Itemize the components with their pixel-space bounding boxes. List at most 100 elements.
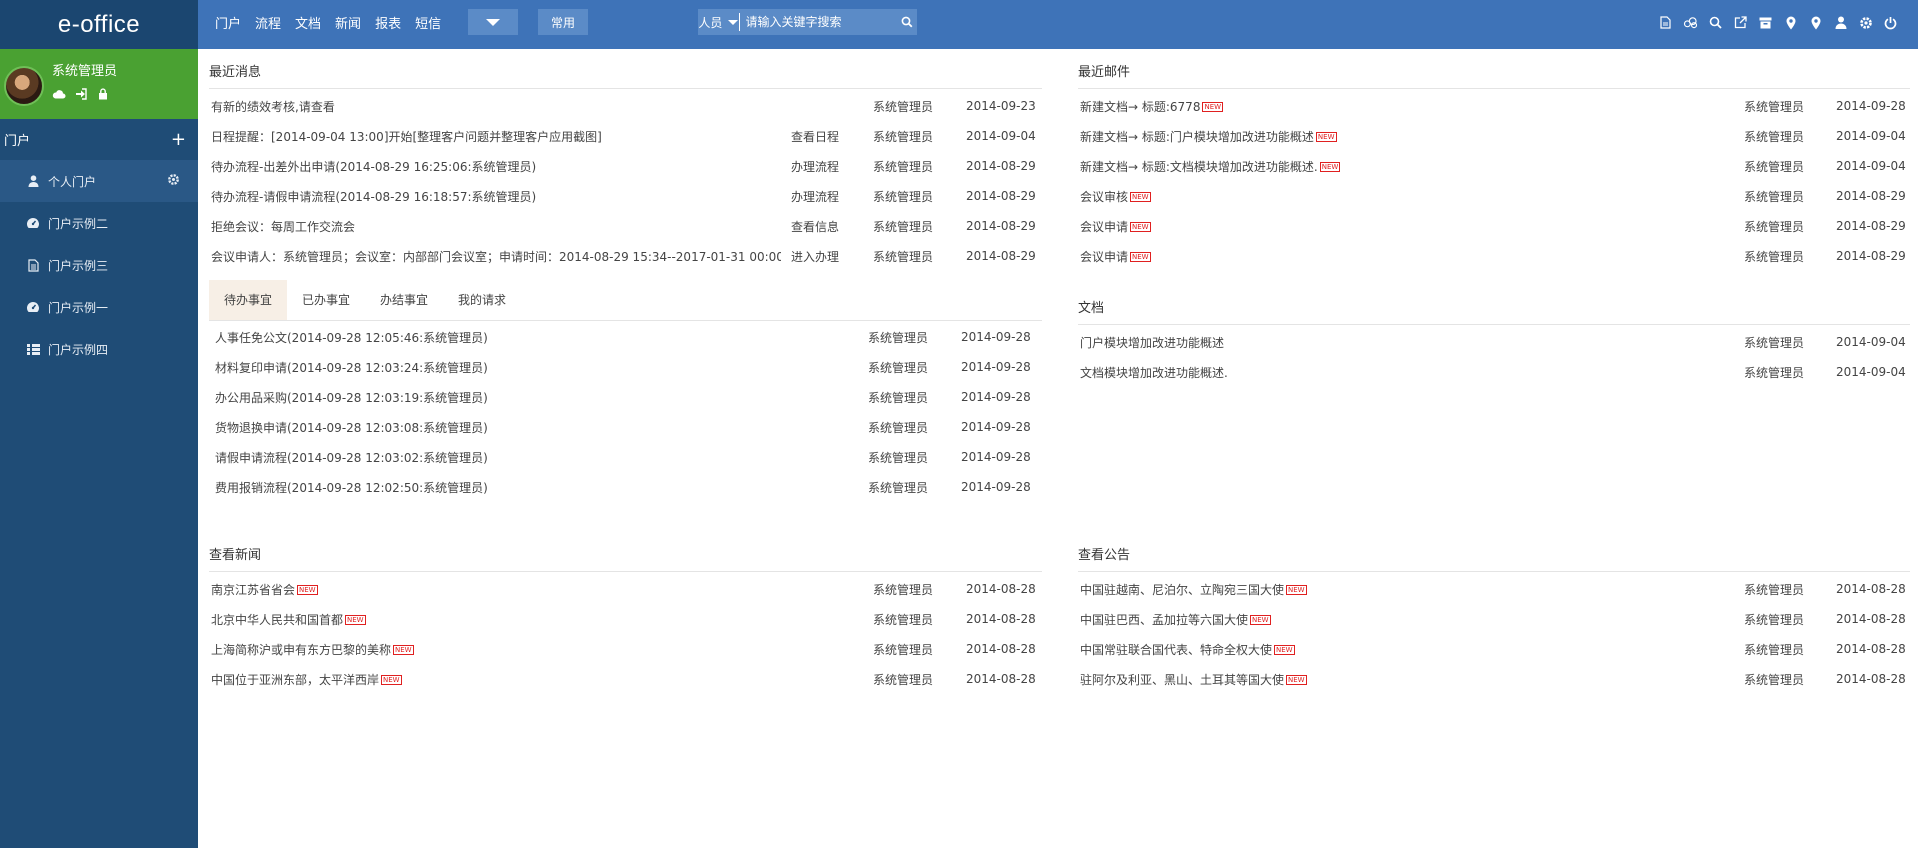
tab-completed[interactable]: 办结事宜 [365, 280, 443, 320]
lock-icon[interactable] [96, 87, 110, 101]
todo-title[interactable]: 货物退换申请(2014-09-28 12:03:08:系统管理员) [215, 419, 488, 436]
common-button[interactable]: 常用 [538, 9, 588, 35]
list-item[interactable]: 日程提醒：[2014-09-04 13:00]开始[整理客户问题并整理客户应用截… [209, 121, 1042, 151]
add-icon[interactable]: + [171, 130, 186, 149]
archive-icon[interactable] [1758, 15, 1773, 30]
sidebar-item-personal-portal[interactable]: 个人门户 [0, 160, 198, 202]
list-item[interactable]: 中国位于亚洲东部，太平洋西岸 NEW 系统管理员 2014-08-28 [209, 664, 1042, 694]
list-item[interactable]: 上海简称沪或申有东方巴黎的美称 NEW 系统管理员 2014-08-28 [209, 634, 1042, 664]
todo-title[interactable]: 请假申请流程(2014-09-28 12:03:02:系统管理员) [215, 449, 488, 466]
mail-title[interactable]: 会议审核 NEW [1080, 188, 1151, 205]
news-title[interactable]: 北京中华人民共和国首都 NEW [211, 611, 366, 628]
search-type-select[interactable]: 人员 [698, 14, 739, 31]
nav-item-documents[interactable]: 文档 [288, 13, 328, 32]
notice-title[interactable]: 驻阿尔及利亚、黑山、土耳其等国大使 NEW [1080, 671, 1307, 688]
list-item[interactable]: 会议申请 NEW 系统管理员 2014-08-29 [1078, 211, 1910, 241]
notice-title[interactable]: 中国常驻联合国代表、特命全权大使 NEW [1080, 641, 1295, 658]
search-icon[interactable] [897, 16, 917, 28]
list-item[interactable]: 文档模块增加改进功能概述. 系统管理员 2014-09-04 [1078, 357, 1910, 387]
nav-item-workflow[interactable]: 流程 [248, 13, 288, 32]
message-action[interactable]: 查看信息 [791, 218, 839, 235]
more-menu-button[interactable] [468, 9, 518, 35]
news-title[interactable]: 上海简称沪或申有东方巴黎的美称 NEW [211, 641, 414, 658]
message-action[interactable]: 查看日程 [791, 128, 839, 145]
list-item[interactable]: 待办流程-出差外出申请(2014-08-29 16:25:06:系统管理员) 办… [209, 151, 1042, 181]
todo-title[interactable]: 材料复印申请(2014-09-28 12:03:24:系统管理员) [215, 359, 488, 376]
sidebar-item-portal-example-2[interactable]: 门户示例二 [0, 202, 198, 244]
cloud-icon[interactable] [52, 87, 66, 101]
todo-title[interactable]: 办公用品采购(2014-09-28 12:03:19:系统管理员) [215, 389, 488, 406]
nav-item-reports[interactable]: 报表 [368, 13, 408, 32]
mail-title[interactable]: 新建文档→ 标题:文档模块增加改进功能概述. NEW [1080, 158, 1341, 175]
message-title[interactable]: 拒绝会议：每周工作交流会 [211, 218, 355, 235]
message-action[interactable]: 办理流程 [791, 158, 839, 175]
notice-user: 系统管理员 [1744, 582, 1805, 597]
list-item[interactable]: 会议申请 NEW 系统管理员 2014-08-29 [1078, 241, 1910, 271]
list-item[interactable]: 有新的绩效考核,请查看 系统管理员 2014-09-23 [209, 91, 1042, 121]
list-item[interactable]: 费用报销流程(2014-09-28 12:02:50:系统管理员) 系统管理员 … [209, 472, 1042, 502]
list-item[interactable]: 会议申请人：系统管理员；会议室：内部部门会议室；申请时间：2014-08-29 … [209, 241, 1042, 271]
list-item[interactable]: 办公用品采购(2014-09-28 12:03:19:系统管理员) 系统管理员 … [209, 382, 1042, 412]
list-item[interactable]: 拒绝会议：每周工作交流会 查看信息 系统管理员 2014-08-29 [209, 211, 1042, 241]
message-title[interactable]: 会议申请人：系统管理员；会议室：内部部门会议室；申请时间：2014-08-29 … [211, 248, 781, 265]
list-item[interactable]: 新建文档→ 标题:文档模块增加改进功能概述. NEW 系统管理员 2014-09-… [1078, 151, 1910, 181]
search-input[interactable] [739, 9, 898, 35]
gear-icon[interactable] [167, 173, 180, 189]
list-item[interactable]: 驻阿尔及利亚、黑山、土耳其等国大使 NEW 系统管理员 2014-08-28 [1078, 664, 1910, 694]
notice-title[interactable]: 中国驻越南、尼泊尔、立陶宛三国大使 NEW [1080, 581, 1307, 598]
list-item[interactable]: 中国驻巴西、孟加拉等六国大使 NEW 系统管理员 2014-08-28 [1078, 604, 1910, 634]
tab-my-requests[interactable]: 我的请求 [443, 280, 521, 320]
mail-title[interactable]: 新建文档→ 标题:门户模块增加改进功能概述 NEW [1080, 128, 1337, 145]
file-icon[interactable] [1658, 15, 1673, 30]
list-item[interactable]: 货物退换申请(2014-09-28 12:03:08:系统管理员) 系统管理员 … [209, 412, 1042, 442]
message-action[interactable]: 办理流程 [791, 188, 839, 205]
list-item[interactable]: 中国常驻联合国代表、特命全权大使 NEW 系统管理员 2014-08-28 [1078, 634, 1910, 664]
list-item[interactable]: 新建文档→ 标题:门户模块增加改进功能概述 NEW 系统管理员 2014-09-0… [1078, 121, 1910, 151]
list-item[interactable]: 南京江苏省省会 NEW 系统管理员 2014-08-28 [209, 574, 1042, 604]
todo-title[interactable]: 人事任免公文(2014-09-28 12:05:46:系统管理员) [215, 329, 488, 346]
message-action[interactable]: 进入办理 [791, 248, 839, 265]
user-icon[interactable] [1833, 15, 1848, 30]
sidebar-item-portal-example-1[interactable]: 门户示例一 [0, 286, 198, 328]
nav-item-portal[interactable]: 门户 [208, 13, 248, 32]
nav-item-sms[interactable]: 短信 [408, 13, 448, 32]
sign-in-icon[interactable] [74, 87, 88, 101]
avatar[interactable] [4, 66, 44, 106]
map-marker-icon[interactable] [1808, 15, 1823, 30]
list-item[interactable]: 人事任免公文(2014-09-28 12:05:46:系统管理员) 系统管理员 … [209, 322, 1042, 352]
news-title[interactable]: 南京江苏省省会 NEW [211, 581, 318, 598]
list-item[interactable]: 请假申请流程(2014-09-28 12:03:02:系统管理员) 系统管理员 … [209, 442, 1042, 472]
power-icon[interactable] [1883, 15, 1898, 30]
document-title[interactable]: 文档模块增加改进功能概述. [1080, 364, 1228, 381]
gear-icon[interactable] [1858, 15, 1873, 30]
todo-title[interactable]: 费用报销流程(2014-09-28 12:02:50:系统管理员) [215, 479, 488, 496]
mail-title[interactable]: 会议申请 NEW [1080, 248, 1151, 265]
list-item[interactable]: 中国驻越南、尼泊尔、立陶宛三国大使 NEW 系统管理员 2014-08-28 [1078, 574, 1910, 604]
list-item[interactable]: 新建文档→ 标题:6778 NEW 系统管理员 2014-09-28 [1078, 91, 1910, 121]
external-link-icon[interactable] [1733, 15, 1748, 30]
list-item[interactable]: 材料复印申请(2014-09-28 12:03:24:系统管理员) 系统管理员 … [209, 352, 1042, 382]
user-name[interactable]: 系统管理员 [52, 60, 117, 79]
sidebar-item-portal-example-4[interactable]: 门户示例四 [0, 328, 198, 370]
list-item[interactable]: 门户模块增加改进功能概述 系统管理员 2014-09-04 [1078, 327, 1910, 357]
search-icon[interactable] [1708, 15, 1723, 30]
mail-title[interactable]: 会议申请 NEW [1080, 218, 1151, 235]
list-item[interactable]: 北京中华人民共和国首都 NEW 系统管理员 2014-08-28 [209, 604, 1042, 634]
message-title[interactable]: 待办流程-出差外出申请(2014-08-29 16:25:06:系统管理员) [211, 158, 536, 175]
mail-title[interactable]: 新建文档→ 标题:6778 NEW [1080, 98, 1224, 115]
nav-item-news[interactable]: 新闻 [328, 13, 368, 32]
notice-title[interactable]: 中国驻巴西、孟加拉等六国大使 NEW [1080, 611, 1271, 628]
list-item[interactable]: 会议审核 NEW 系统管理员 2014-08-29 [1078, 181, 1910, 211]
tab-done[interactable]: 已办事宜 [287, 280, 365, 320]
document-title[interactable]: 门户模块增加改进功能概述 [1080, 334, 1224, 351]
tab-pending[interactable]: 待办事宜 [209, 280, 288, 320]
map-marker-icon[interactable] [1783, 15, 1798, 30]
cloud-icon[interactable] [1683, 15, 1698, 30]
news-title[interactable]: 中国位于亚洲东部，太平洋西岸 NEW [211, 671, 402, 688]
brand-logo[interactable]: e-office [0, 0, 198, 49]
message-title[interactable]: 待办流程-请假申请流程(2014-08-29 16:18:57:系统管理员) [211, 188, 536, 205]
message-title[interactable]: 有新的绩效考核,请查看 [211, 98, 335, 115]
list-item[interactable]: 待办流程-请假申请流程(2014-08-29 16:18:57:系统管理员) 办… [209, 181, 1042, 211]
message-title[interactable]: 日程提醒：[2014-09-04 13:00]开始[整理客户问题并整理客户应用截… [211, 128, 602, 145]
sidebar-item-portal-example-3[interactable]: 门户示例三 [0, 244, 198, 286]
